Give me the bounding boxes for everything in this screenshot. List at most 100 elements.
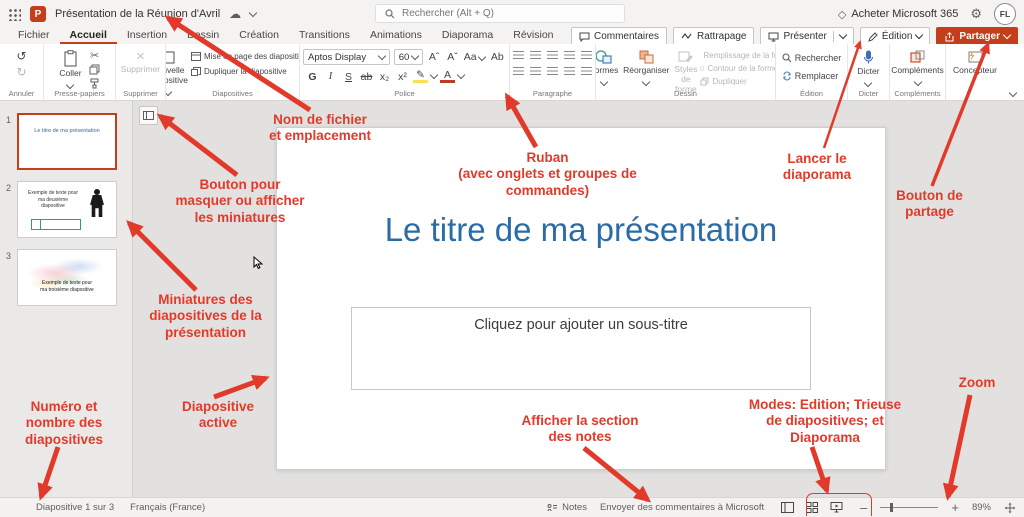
document-title[interactable]: Présentation de la Réunion d'Avril [55,8,220,20]
zoom-level[interactable]: 89% [972,502,991,513]
slide-thumbnail-2[interactable]: Exemple de texte pour ma deuxième diapos… [17,181,117,238]
numbering-icon[interactable] [530,51,541,60]
search-input[interactable]: Rechercher (Alt + Q) [375,4,625,23]
addins-button[interactable]: Compléments [890,49,945,87]
arrange-button[interactable]: Réorganiser [621,49,671,87]
align-left-icon[interactable] [513,67,524,76]
superscript-button[interactable]: x² [395,71,410,83]
top-bar: P Présentation de la Réunion d'Avril ☁ R… [0,0,1024,28]
font-family-combo[interactable]: Aptos Display [303,49,390,65]
undo-icon[interactable]: ↺ [14,49,30,63]
justify-icon[interactable] [564,67,575,76]
bullets-icon[interactable] [513,51,524,60]
dictate-chevron-down-icon[interactable] [864,78,873,88]
clear-formatting-button[interactable]: Ab [489,51,506,63]
person-silhouette-icon [94,189,100,195]
editing-chevron-down-icon[interactable] [915,30,924,40]
slide-sorter-view-icon[interactable] [806,502,819,513]
paste-chevron-down-icon[interactable] [66,80,75,90]
dictate-button[interactable]: Dicter [854,49,882,88]
align-center-icon[interactable] [530,67,541,76]
thumbnail-row-2: 2 Exemple de texte pour ma deuxième diap… [0,181,132,238]
view-mode-buttons [777,502,847,513]
italic-button[interactable]: I [323,71,338,82]
slide-thumbnail-3[interactable]: Exemple de texte pour ma troisième diapo… [17,249,117,306]
underline-button[interactable]: S [341,71,356,83]
shrink-font-button[interactable]: Aˇ [445,51,459,63]
zoom-in-button[interactable]: + [951,500,959,515]
ribbon-group-editing: Rechercher Remplacer Édition [776,44,848,100]
align-right-icon[interactable] [547,67,558,76]
buy-microsoft-365-link[interactable]: ◇ Acheter Microsoft 365 [838,8,958,21]
designer-button[interactable]: Concepteur [950,49,1000,77]
strikethrough-button[interactable]: ab [359,71,374,83]
highlight-chevron-down-icon[interactable] [429,70,439,80]
text-direction-icon[interactable] [581,67,592,76]
tab-animations[interactable]: Animations [360,29,432,44]
font-color-chevron-down-icon[interactable] [456,70,466,80]
bold-button[interactable]: G [305,71,320,83]
replace-button[interactable]: Remplacer [782,71,842,81]
tab-fichier[interactable]: Fichier [8,29,60,44]
shapes-button[interactable]: Formes [596,49,621,87]
tab-revision[interactable]: Révision [503,29,563,44]
paste-button[interactable]: Coller [56,49,84,90]
duplicate-icon [700,77,709,86]
language-selector[interactable]: Français (France) [130,502,205,513]
shapes-chevron-down-icon[interactable] [599,77,609,87]
slide-title[interactable]: Le titre de ma présentation [277,211,885,249]
slideshow-view-icon[interactable] [830,502,843,513]
delete-button[interactable]: × Supprimer [118,49,163,76]
ribbon-group-clipboard: Coller ✂ Presse-papiers [44,44,116,100]
subscript-button[interactable]: x₂ [377,71,392,83]
grow-font-button[interactable]: Aˆ [427,51,441,63]
active-slide[interactable]: Le titre de ma présentation Cliquez pour… [276,127,886,470]
tab-diaporama[interactable]: Diaporama [432,29,503,44]
duplicate-slide-button[interactable]: Dupliquer la diapositive [191,67,299,76]
shape-fill-button[interactable]: Remplissage de la forme [700,51,775,60]
share-chevron-down-icon[interactable] [1002,30,1012,40]
arrange-chevron-down-icon[interactable] [642,77,651,87]
toggle-thumbnails-button[interactable] [139,106,158,125]
zoom-out-button[interactable]: – [860,500,867,515]
decrease-indent-icon[interactable] [547,51,558,60]
redo-icon[interactable]: ↻ [14,65,30,79]
ribbon-group-font: Aptos Display 60 Aˆ Aˇ Aa Ab G I S ab x₂ [300,44,510,100]
notes-button[interactable]: Notes [547,502,587,513]
shape-outline-button[interactable]: Contour de la forme [700,64,775,73]
find-button[interactable]: Rechercher [782,53,841,63]
zoom-slider-knob[interactable] [890,503,894,512]
tab-dessin[interactable]: Dessin [177,29,229,44]
increase-indent-icon[interactable] [564,51,575,60]
present-chevron-down-icon[interactable] [838,30,848,40]
title-chevron-down-icon[interactable] [248,8,258,17]
duplicate-shape-button[interactable]: Dupliquer [700,77,775,86]
copy-icon[interactable] [87,63,103,76]
tab-accueil[interactable]: Accueil [59,29,117,44]
subtitle-placeholder[interactable]: Cliquez pour ajouter un sous-titre [351,307,811,390]
zoom-slider[interactable] [880,503,939,512]
line-spacing-icon[interactable] [581,51,592,60]
cut-icon[interactable]: ✂ [87,49,103,62]
tab-insertion[interactable]: Insertion [117,29,177,44]
avatar[interactable]: FL [994,3,1016,25]
share-icon [945,31,954,41]
settings-gear-icon[interactable]: ⚙ [970,6,982,22]
font-size-combo[interactable]: 60 [393,49,423,65]
slide-counter: Diapositive 1 sur 3 [36,502,115,513]
tab-creation[interactable]: Création [229,29,289,44]
feedback-link[interactable]: Envoyer des commentaires à Microsoft [600,502,764,513]
notes-icon [547,504,558,512]
addins-chevron-down-icon[interactable] [913,77,922,87]
normal-view-icon[interactable] [781,502,795,513]
slide-layout-button[interactable]: Mise en page des diapositives [191,52,299,61]
font-color-button[interactable]: A [440,70,455,83]
highlight-color-button[interactable]: ✎ [413,70,428,83]
powerpoint-logo-icon[interactable]: P [30,6,46,22]
app-launcher-icon[interactable] [8,7,21,21]
collapse-ribbon-chevron-icon[interactable] [1008,88,1018,98]
fit-to-window-icon[interactable] [1004,502,1016,514]
tab-transitions[interactable]: Transitions [289,29,360,44]
slide-thumbnail-1[interactable]: Le titre de ma présentation [17,113,117,170]
change-case-button[interactable]: Aa [464,51,486,63]
